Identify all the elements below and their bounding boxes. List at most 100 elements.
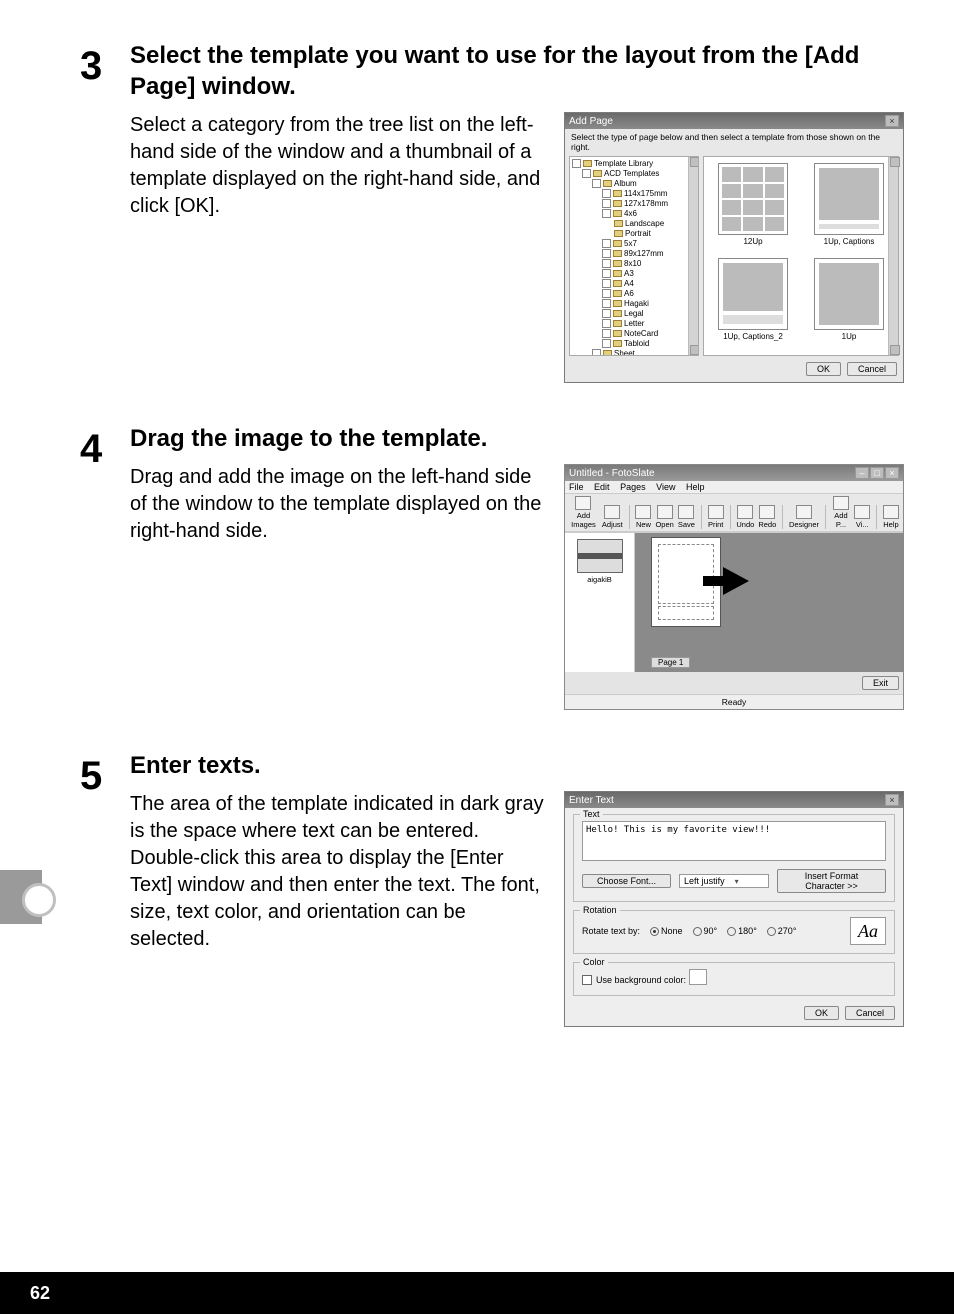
tree-item: Tabloid	[602, 339, 696, 349]
close-icon[interactable]: ×	[885, 115, 899, 127]
template-thumbnail[interactable]: 1Up, Captions	[806, 163, 892, 254]
choose-font-button[interactable]: Choose Font...	[582, 874, 671, 888]
thumbnail-label: 1Up	[806, 332, 892, 341]
folder-icon	[603, 180, 612, 187]
folder-icon	[613, 280, 622, 287]
thumbnail-label: 12Up	[710, 237, 796, 246]
template-thumbnail[interactable]: 1Up	[806, 258, 892, 349]
redo-icon	[759, 505, 775, 519]
adjust-icon	[604, 505, 620, 519]
ok-button[interactable]: OK	[806, 362, 841, 376]
menu-file[interactable]: File	[569, 482, 584, 492]
open-icon	[657, 505, 673, 519]
folder-icon	[613, 250, 622, 257]
toolbar-undo[interactable]: Undo	[736, 505, 754, 529]
tree-item: 8x10	[602, 259, 696, 269]
menu-pages[interactable]: Pages	[620, 482, 646, 492]
template-canvas[interactable]: Page 1	[635, 533, 903, 672]
tree-item: 5x7	[602, 239, 696, 249]
toolbar-print[interactable]: Print	[708, 505, 724, 529]
use-bg-color-checkbox[interactable]: Use background color:	[582, 975, 686, 985]
scrollbar[interactable]	[888, 157, 898, 355]
template-thumbnail[interactable]: 12Up	[710, 163, 796, 254]
rotation-270-radio[interactable]: 270°	[767, 926, 797, 936]
toolbar-designer[interactable]: Designer	[789, 505, 819, 529]
toolbar-adjust[interactable]: Adjust	[602, 505, 623, 529]
toolbar-redo[interactable]: Redo	[758, 505, 776, 529]
toolbar-add-images[interactable]: Add Images	[569, 496, 598, 529]
folder-icon	[614, 220, 623, 227]
step-number: 5	[80, 750, 130, 1027]
enter-text-dialog: Enter Text × Text Choose Font... Left ju…	[564, 791, 904, 1027]
toolbar-open[interactable]: Open	[655, 505, 673, 529]
color-fieldset: Color Use background color:	[573, 962, 895, 996]
font-preview: Aa	[850, 917, 886, 945]
tree-item: 114x175mm	[602, 189, 696, 199]
ok-button[interactable]: OK	[804, 1006, 839, 1020]
rotation-180-radio[interactable]: 180°	[727, 926, 757, 936]
folder-icon	[613, 340, 622, 347]
add-page-dialog: Add Page × Select the type of page below…	[564, 112, 904, 383]
tree-item: A4	[602, 279, 696, 289]
color-swatch[interactable]	[689, 969, 707, 985]
minimize-icon[interactable]: –	[855, 467, 869, 479]
exit-button[interactable]: Exit	[862, 676, 899, 690]
scrollbar[interactable]	[688, 157, 698, 355]
close-icon[interactable]: ×	[885, 794, 899, 806]
template-thumbnail[interactable]: 1Up, Captions_2	[710, 258, 796, 349]
template-tree[interactable]: Template Library ACD Templates Album	[569, 156, 699, 356]
page-tab[interactable]: Page 1	[651, 657, 690, 668]
menu-view[interactable]: View	[656, 482, 675, 492]
folder-icon	[613, 310, 622, 317]
tree-item: Sheet	[592, 349, 696, 356]
maximize-icon[interactable]: □	[870, 467, 884, 479]
justify-select[interactable]: Left justify	[679, 874, 769, 888]
folder-icon	[613, 320, 622, 327]
tree-item: Legal	[602, 309, 696, 319]
folder-icon	[613, 290, 622, 297]
folder-icon	[613, 270, 622, 277]
toolbar-help[interactable]: Help	[883, 505, 899, 529]
tree-item: 89x127mm	[602, 249, 696, 259]
help-icon	[883, 505, 899, 519]
folder-icon	[593, 170, 602, 177]
image-label: aigakiB	[569, 575, 630, 584]
text-input[interactable]	[582, 821, 886, 861]
toolbar-new[interactable]: New	[635, 505, 651, 529]
step-description: The area of the template indicated in da…	[130, 791, 544, 953]
tree-item: Landscape	[612, 219, 696, 229]
tree-item: Hagaki	[602, 299, 696, 309]
template-thumbnails: 12Up 1Up, Captions 1Up, Captions_2	[703, 156, 899, 356]
toolbar-add-page[interactable]: Add P...	[832, 496, 851, 529]
toolbar-view[interactable]: Vi...	[854, 505, 870, 529]
tree-item: NoteCard	[602, 329, 696, 339]
drag-arrow-icon	[723, 567, 749, 595]
close-icon[interactable]: ×	[885, 467, 899, 479]
rotation-none-radio[interactable]: None	[650, 926, 683, 936]
dialog-title: Add Page	[569, 116, 613, 127]
folder-icon	[613, 240, 622, 247]
menu-edit[interactable]: Edit	[594, 482, 610, 492]
cancel-button[interactable]: Cancel	[847, 362, 897, 376]
step-description: Drag and add the image on the left-hand …	[130, 464, 544, 545]
fieldset-legend: Rotation	[580, 905, 620, 915]
step-heading: Select the template you want to use for …	[130, 40, 904, 102]
step-number: 4	[80, 423, 130, 710]
toolbar-save[interactable]: Save	[678, 505, 695, 529]
folder-icon	[613, 300, 622, 307]
fotoslate-window: Untitled - FotoSlate – □ × File Edit Pag…	[564, 464, 904, 710]
print-icon	[708, 505, 724, 519]
menu-help[interactable]: Help	[686, 482, 705, 492]
tree-item: A6	[602, 289, 696, 299]
image-thumbnail[interactable]	[577, 539, 623, 573]
cancel-button[interactable]: Cancel	[845, 1006, 895, 1020]
tree-item: Portrait	[612, 229, 696, 239]
designer-icon	[796, 505, 812, 519]
folder-icon	[613, 190, 622, 197]
step-5: 5 Enter texts. The area of the template …	[80, 750, 904, 1027]
insert-format-button[interactable]: Insert Format Character >>	[777, 869, 886, 893]
folder-icon	[613, 200, 622, 207]
rotation-90-radio[interactable]: 90°	[693, 926, 718, 936]
tree-item: ACD Templates Album 114x175mm 127x178mm	[582, 169, 696, 356]
tree-item: Album 114x175mm 127x178mm 4x6	[592, 179, 696, 349]
